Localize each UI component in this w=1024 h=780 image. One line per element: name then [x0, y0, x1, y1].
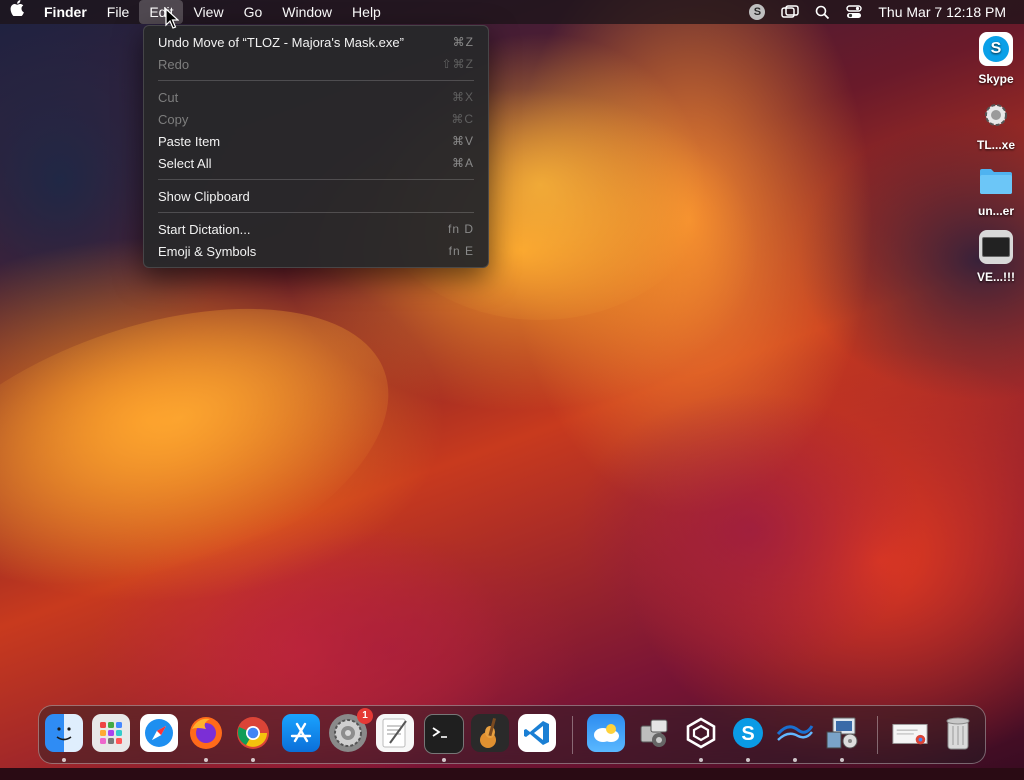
menu-item-shortcut: fn D — [447, 222, 474, 236]
menu-item-label: Paste Item — [158, 133, 221, 149]
menu-item-shortcut: ⇧⌘Z — [441, 57, 474, 71]
apple-logo-icon[interactable] — [0, 0, 34, 24]
menu-item-label: Cut — [158, 89, 179, 105]
menu-item-copy[interactable]: Copy ⌘C — [150, 108, 482, 130]
running-indicator — [746, 758, 750, 762]
trash-icon[interactable] — [939, 714, 977, 752]
dock-separator — [572, 716, 573, 754]
dock-separator — [877, 716, 878, 754]
menu-help[interactable]: Help — [342, 0, 391, 24]
firefox-icon[interactable] — [187, 714, 225, 752]
desktop-icon-exe[interactable]: TL...xe — [966, 98, 1024, 152]
menu-item-paste[interactable]: Paste Item ⌘V — [150, 130, 482, 152]
installer-icon[interactable] — [823, 714, 861, 752]
weather-icon[interactable] — [587, 714, 625, 752]
menu-item-redo[interactable]: Redo ⇧⌘Z — [150, 53, 482, 75]
menu-separator — [158, 80, 474, 81]
skype-icon: S — [979, 32, 1013, 66]
menu-item-shortcut: ⌘Z — [452, 35, 474, 49]
desktop-icon-label: Skype — [978, 72, 1014, 86]
unity-icon[interactable] — [682, 714, 720, 752]
notification-badge: 1 — [357, 708, 373, 724]
downloads-stack-icon[interactable] — [891, 714, 929, 752]
menu-item-label: Emoji & Symbols — [158, 243, 257, 259]
menu-item-shortcut: ⌘X — [451, 90, 474, 104]
running-indicator — [251, 758, 255, 762]
running-indicator — [699, 758, 703, 762]
menu-item-label: Undo Move of “TLOZ - Majora's Mask.exe” — [158, 34, 404, 50]
app-store-icon[interactable] — [282, 714, 320, 752]
system-settings-icon[interactable]: 1 — [329, 708, 373, 752]
menu-bar: Finder File Edit View Go Window Help S T… — [0, 0, 1024, 24]
menubar-clock[interactable]: Thu Mar 7 12:18 PM — [870, 4, 1024, 20]
menu-item-show-clipboard[interactable]: Show Clipboard — [150, 185, 482, 207]
menu-separator — [158, 179, 474, 180]
desktop-icon-label: un...er — [977, 204, 1014, 218]
menu-item-label: Show Clipboard — [158, 188, 250, 204]
desktop-icon-label: VE...!!! — [977, 270, 1015, 284]
menu-window[interactable]: Window — [272, 0, 342, 24]
mouse-pointer-icon — [165, 8, 179, 29]
menu-item-emoji-symbols[interactable]: Emoji & Symbols fn E — [150, 240, 482, 262]
running-indicator — [840, 758, 844, 762]
svg-text:S: S — [741, 723, 754, 745]
menu-file[interactable]: File — [97, 0, 140, 24]
menu-item-select-all[interactable]: Select All ⌘A — [150, 152, 482, 174]
textedit-icon[interactable] — [376, 714, 414, 752]
dock: 1 S — [38, 705, 986, 764]
spotlight-search-icon[interactable] — [807, 0, 838, 24]
app-name-finder[interactable]: Finder — [34, 0, 97, 24]
skype-status-icon[interactable]: S — [741, 0, 773, 24]
terminal-icon[interactable] — [424, 714, 464, 754]
menu-go[interactable]: Go — [234, 0, 273, 24]
control-center-icon[interactable] — [838, 0, 870, 24]
menu-item-label: Copy — [158, 111, 189, 127]
menu-view[interactable]: View — [183, 0, 233, 24]
menu-item-shortcut: ⌘C — [451, 112, 474, 126]
chrome-icon[interactable] — [234, 714, 272, 752]
screen-mirroring-icon[interactable] — [773, 0, 807, 24]
menu-item-shortcut: ⌘A — [451, 156, 474, 170]
menu-item-shortcut: fn E — [448, 244, 474, 258]
wine-icon[interactable] — [776, 714, 814, 752]
menu-item-start-dictation[interactable]: Start Dictation... fn D — [150, 218, 482, 240]
menu-item-cut[interactable]: Cut ⌘X — [150, 86, 482, 108]
menu-item-label: Redo — [158, 56, 190, 72]
skype-icon[interactable]: S — [729, 714, 767, 752]
vscode-icon[interactable] — [518, 714, 556, 752]
menu-item-label: Start Dictation... — [158, 221, 251, 237]
desktop-icon-folder[interactable]: un...er — [966, 164, 1024, 218]
menu-item-undo[interactable]: Undo Move of “TLOZ - Majora's Mask.exe” … — [150, 31, 482, 53]
garageband-icon[interactable] — [471, 714, 509, 752]
finder-icon[interactable] — [45, 714, 83, 752]
folder-icon — [979, 164, 1013, 198]
running-indicator — [442, 758, 446, 762]
safari-icon[interactable] — [140, 714, 178, 752]
menu-item-shortcut: ⌘V — [451, 134, 474, 148]
desktop-icon-video[interactable]: VE...!!! — [966, 230, 1024, 284]
migration-icon[interactable] — [635, 714, 673, 752]
running-indicator — [793, 758, 797, 762]
video-file-icon — [979, 230, 1013, 264]
status-area: S Thu Mar 7 12:18 PM — [741, 0, 1024, 24]
running-indicator — [204, 758, 208, 762]
gear-exe-icon — [979, 98, 1013, 132]
launchpad-icon[interactable] — [92, 714, 130, 752]
desktop-icon-skype[interactable]: S Skype — [966, 32, 1024, 86]
desktop-icon-label: TL...xe — [976, 138, 1015, 152]
menu-separator — [158, 212, 474, 213]
menu-item-label: Select All — [158, 155, 212, 171]
edit-menu-dropdown: Undo Move of “TLOZ - Majora's Mask.exe” … — [143, 25, 489, 268]
running-indicator — [62, 758, 66, 762]
